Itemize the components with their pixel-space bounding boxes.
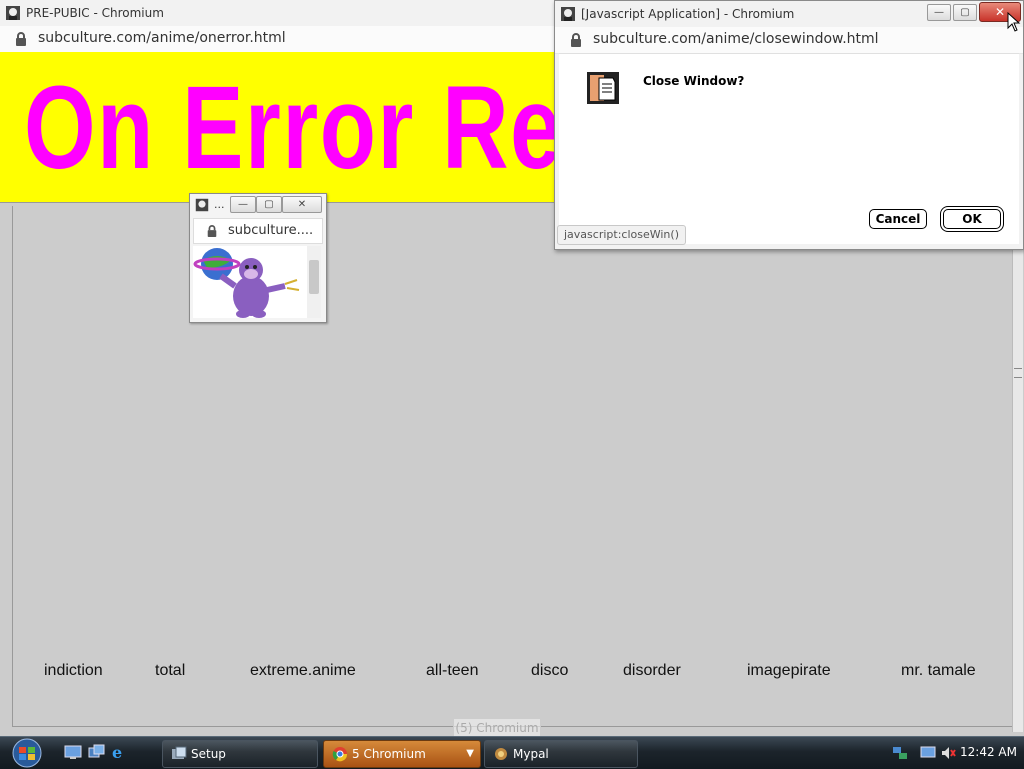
bonzi-app-icon (561, 7, 575, 21)
bonzi-app-icon (6, 6, 20, 20)
start-orb-icon[interactable] (6, 738, 48, 768)
minimize-icon[interactable]: — (927, 4, 951, 21)
bonzi-app-icon (195, 198, 209, 212)
link-disco[interactable]: disco (531, 662, 568, 680)
show-desktop-icon[interactable] (64, 744, 82, 760)
link-all-teen[interactable]: all-teen (426, 662, 478, 680)
banner-heading: On Error Res (24, 62, 556, 194)
error-banner: On Error Res (0, 52, 556, 203)
task-setup[interactable]: Setup (162, 740, 318, 768)
popup-scroll-thumb[interactable] (309, 260, 319, 294)
lock-icon (571, 33, 581, 47)
mypal-icon (495, 748, 507, 760)
chrome-icon (332, 747, 348, 762)
main-window-title: PRE-PUBIC - Chromium (26, 6, 164, 20)
chevron-down-icon[interactable]: ▼ (466, 741, 474, 767)
task-label: 5 Chromium (352, 747, 426, 761)
task-chromium-group[interactable]: 5 Chromium ▼ (323, 740, 481, 768)
task-label: Setup (191, 747, 226, 761)
task-label: Mypal (513, 747, 549, 761)
close-icon[interactable]: ✕ (282, 196, 322, 213)
link-extreme-anime[interactable]: extreme.anime (250, 662, 356, 680)
volume-muted-icon[interactable] (940, 745, 956, 761)
dialog-url-text: subculture.com/anime/closewindow.html (593, 31, 879, 47)
link-imagepirate[interactable]: imagepirate (747, 662, 831, 680)
maximize-icon[interactable]: ▢ (256, 196, 282, 213)
cursor-icon (1007, 12, 1021, 32)
popup-titlebar[interactable]: ... — ▢ ✕ (190, 194, 326, 216)
dialog-titlebar[interactable]: [Javascript Application] - Chromium — ▢ … (555, 1, 1023, 28)
ok-button[interactable]: OK (943, 209, 1001, 229)
link-row: indiction total extreme.anime all-teen d… (12, 662, 1012, 684)
link-total[interactable]: total (155, 662, 185, 680)
bonzi-buddy-image (193, 246, 307, 318)
popup-address-bar[interactable]: subculture.... (193, 218, 323, 244)
lock-icon (16, 32, 26, 46)
page-content-area (12, 206, 1014, 727)
ie-icon[interactable]: e (110, 744, 128, 760)
main-url-text: subculture.com/anime/onerror.html (38, 30, 286, 46)
dialog-message: Close Window? (643, 74, 745, 88)
dialog-window-title: [Javascript Application] - Chromium (581, 7, 795, 21)
popup-scrollbar[interactable] (307, 246, 321, 318)
svg-text:e: e (112, 744, 122, 760)
link-disorder[interactable]: disorder (623, 662, 681, 680)
popup-title: ... (214, 198, 225, 211)
dialog-window: [Javascript Application] - Chromium — ▢ … (554, 0, 1024, 250)
switch-windows-icon[interactable] (88, 744, 106, 760)
cancel-button[interactable]: Cancel (869, 209, 927, 229)
system-clock[interactable]: 12:42 AM (960, 745, 1017, 759)
link-mr-tamale[interactable]: mr. tamale (901, 662, 976, 680)
setup-icon (172, 746, 187, 759)
popup-window: ... — ▢ ✕ subculture.... (189, 193, 327, 323)
lock-icon (207, 225, 217, 237)
scrollbar-grip[interactable] (1014, 368, 1022, 378)
dialog-address-bar[interactable]: subculture.com/anime/closewindow.html (555, 27, 1023, 54)
network-icon[interactable] (892, 745, 908, 761)
maximize-icon[interactable]: ▢ (953, 4, 977, 21)
task-mypal[interactable]: Mypal (484, 740, 638, 768)
link-indiction[interactable]: indiction (44, 662, 103, 680)
minimize-icon[interactable]: — (230, 196, 256, 213)
popup-url-text: subculture.... (228, 223, 314, 238)
monitor-icon[interactable] (920, 745, 936, 761)
status-bubble: javascript:closeWin() (557, 225, 686, 245)
document-alert-icon (587, 72, 619, 104)
dialog-content: Close Window? Cancel OK (559, 53, 1019, 244)
